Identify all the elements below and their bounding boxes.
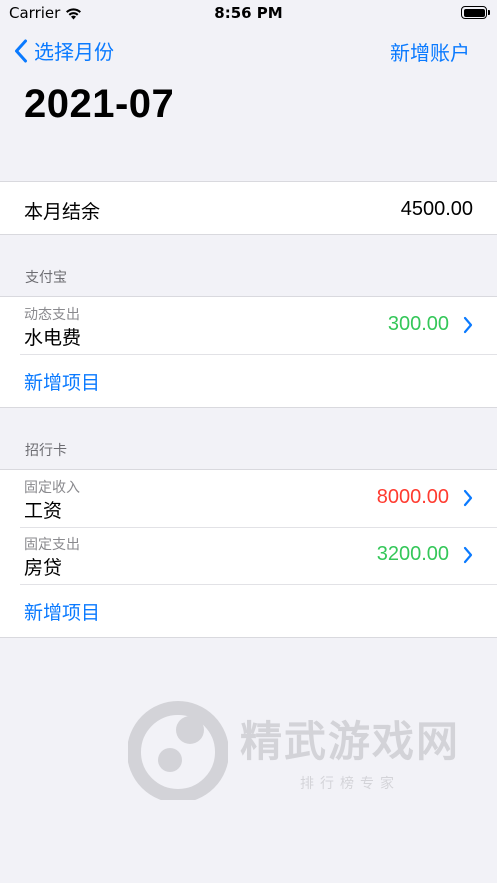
battery-icon: [461, 6, 490, 19]
status-bar: Carrier 8:56 PM: [0, 0, 497, 26]
item-type: 固定收入: [24, 480, 80, 496]
balance-value: 4500.00: [400, 198, 473, 220]
back-button[interactable]: 选择月份: [14, 36, 114, 65]
watermark: 精武游戏网 排行榜专家: [128, 700, 460, 800]
section-header-alipay: 支付宝: [25, 270, 67, 286]
item-type: 固定支出: [24, 537, 80, 553]
account-group-alipay: 动态支出 水电费 300.00 新增项目: [0, 296, 497, 408]
add-item-label: 新增项目: [24, 602, 101, 624]
item-name: 水电费: [24, 327, 82, 349]
balance-group: 本月结余 4500.00: [0, 181, 497, 235]
item-amount: 8000.00: [376, 486, 449, 508]
list-item[interactable]: 固定支出 房贷 3200.00: [0, 527, 497, 584]
balance-row: 本月结余 4500.00: [0, 182, 497, 234]
chevron-right-icon: [463, 316, 473, 334]
add-item-button[interactable]: 新增项目: [0, 354, 497, 407]
chevron-left-icon: [15, 39, 27, 62]
item-amount: 300.00: [387, 313, 449, 335]
account-group-cmb: 固定收入 工资 8000.00 固定支出 房贷 3200.00 新增项目: [0, 469, 497, 638]
watermark-subtitle: 排行榜专家: [300, 775, 400, 792]
chevron-right-icon: [463, 546, 473, 564]
item-name: 工资: [24, 500, 63, 522]
page-title: 2021-07: [24, 82, 175, 126]
watermark-logo-icon: [128, 701, 228, 800]
add-item-button[interactable]: 新增项目: [0, 584, 497, 637]
chevron-right-icon: [463, 489, 473, 507]
item-amount: 3200.00: [376, 543, 449, 565]
back-label: 选择月份: [34, 40, 114, 64]
item-type: 动态支出: [24, 307, 80, 323]
clock: 8:56 PM: [214, 4, 283, 22]
watermark-title: 精武游戏网: [240, 716, 461, 766]
balance-label: 本月结余: [24, 201, 101, 223]
item-name: 房贷: [24, 557, 63, 579]
add-account-button[interactable]: 新增账户: [390, 37, 470, 66]
add-item-label: 新增项目: [24, 372, 101, 394]
section-header-cmb: 招行卡: [25, 443, 67, 459]
list-item[interactable]: 动态支出 水电费 300.00: [0, 297, 497, 354]
list-item[interactable]: 固定收入 工资 8000.00: [0, 470, 497, 527]
